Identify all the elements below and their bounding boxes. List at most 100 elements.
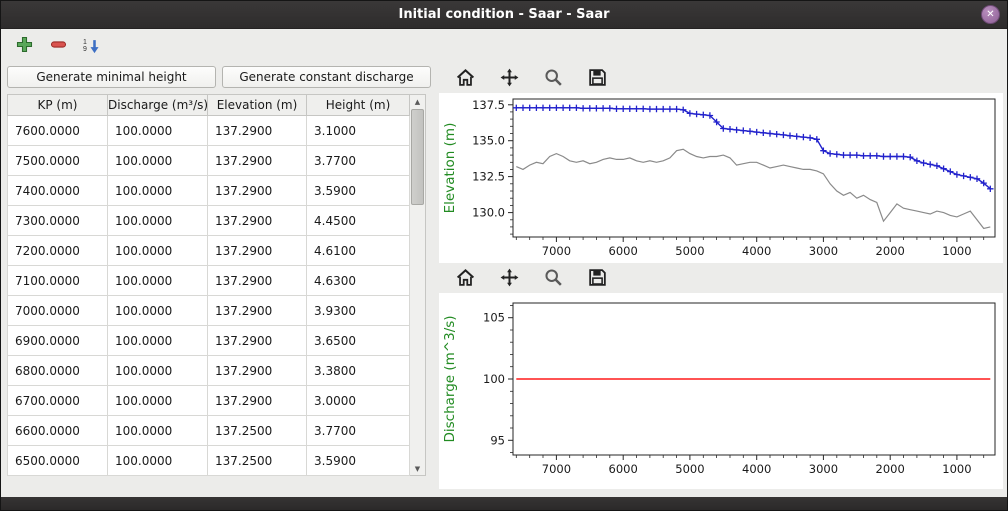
table-cell[interactable]: 100.0000 bbox=[108, 236, 208, 266]
table-cell[interactable]: 137.2900 bbox=[208, 146, 307, 176]
table-cell[interactable]: 7200.0000 bbox=[8, 236, 108, 266]
table-cell[interactable]: 4.4500 bbox=[307, 206, 410, 236]
zoom-button[interactable] bbox=[541, 267, 565, 291]
plus-icon bbox=[16, 36, 33, 56]
scroll-down-icon[interactable]: ▼ bbox=[410, 462, 425, 475]
table-cell[interactable]: 3.1000 bbox=[307, 116, 410, 146]
sort-ascending-icon: 1 9 bbox=[83, 38, 101, 55]
table-cell[interactable]: 3.0000 bbox=[307, 386, 410, 416]
table-cell[interactable]: 137.2900 bbox=[208, 176, 307, 206]
table-cell[interactable]: 7600.0000 bbox=[8, 116, 108, 146]
discharge-plot-toolbar bbox=[439, 265, 1005, 293]
zoom-button[interactable] bbox=[541, 67, 565, 91]
save-button[interactable] bbox=[585, 67, 609, 91]
table-cell[interactable]: 4.6100 bbox=[307, 236, 410, 266]
table-row[interactable]: 6500.0000100.0000137.25003.5900 bbox=[8, 446, 410, 476]
table-cell[interactable]: 6700.0000 bbox=[8, 386, 108, 416]
column-header[interactable]: KP (m) bbox=[8, 95, 108, 116]
table-cell[interactable]: 3.6500 bbox=[307, 326, 410, 356]
table-row[interactable]: 6600.0000100.0000137.25003.7700 bbox=[8, 416, 410, 446]
table-row[interactable]: 7600.0000100.0000137.29003.1000 bbox=[8, 116, 410, 146]
main-toolbar: 1 9 bbox=[1, 29, 1007, 63]
table-cell[interactable]: 3.7700 bbox=[307, 416, 410, 446]
generator-buttons: Generate minimal height Generate constan… bbox=[7, 66, 431, 88]
sort-digit-bottom: 9 bbox=[83, 46, 87, 53]
table-cell[interactable]: 137.2900 bbox=[208, 236, 307, 266]
svg-text:Discharge (m^3/s): Discharge (m^3/s) bbox=[442, 315, 458, 442]
table-cell[interactable]: 3.3800 bbox=[307, 356, 410, 386]
zoom-icon bbox=[543, 67, 564, 91]
table-cell[interactable]: 137.2500 bbox=[208, 446, 307, 476]
table-cell[interactable]: 100.0000 bbox=[108, 266, 208, 296]
table-cell[interactable]: 3.5900 bbox=[307, 446, 410, 476]
save-button[interactable] bbox=[585, 267, 609, 291]
table-cell[interactable]: 7100.0000 bbox=[8, 266, 108, 296]
table-cell[interactable]: 7000.0000 bbox=[8, 296, 108, 326]
generate-minimal-height-button[interactable]: Generate minimal height bbox=[7, 66, 216, 88]
table-cell[interactable]: 100.0000 bbox=[108, 116, 208, 146]
table-cell[interactable]: 6600.0000 bbox=[8, 416, 108, 446]
scroll-up-icon[interactable]: ▲ bbox=[410, 95, 425, 108]
table-row[interactable]: 6700.0000100.0000137.29003.0000 bbox=[8, 386, 410, 416]
table-cell[interactable]: 100.0000 bbox=[108, 326, 208, 356]
table-cell[interactable]: 6800.0000 bbox=[8, 356, 108, 386]
pan-button[interactable] bbox=[497, 267, 521, 291]
table-cell[interactable]: 6900.0000 bbox=[8, 326, 108, 356]
discharge-plot[interactable]: 700060005000400030002000100095100105Disc… bbox=[439, 293, 1003, 489]
table-row[interactable]: 7300.0000100.0000137.29004.4500 bbox=[8, 206, 410, 236]
table-row[interactable]: 7400.0000100.0000137.29003.5900 bbox=[8, 176, 410, 206]
elevation-plot[interactable]: 7000600050004000300020001000130.0132.513… bbox=[439, 93, 1003, 263]
close-icon: ✕ bbox=[986, 9, 994, 20]
add-row-button[interactable] bbox=[11, 33, 37, 59]
table-cell[interactable]: 3.9300 bbox=[307, 296, 410, 326]
scrollbar-thumb[interactable] bbox=[411, 109, 424, 205]
table-cell[interactable]: 7500.0000 bbox=[8, 146, 108, 176]
table-cell[interactable]: 100.0000 bbox=[108, 386, 208, 416]
table-cell[interactable]: 6500.0000 bbox=[8, 446, 108, 476]
home-button[interactable] bbox=[453, 67, 477, 91]
column-header[interactable]: Height (m) bbox=[307, 95, 410, 116]
table-cell[interactable]: 4.6300 bbox=[307, 266, 410, 296]
generate-constant-discharge-button[interactable]: Generate constant discharge bbox=[222, 66, 431, 88]
table-cell[interactable]: 100.0000 bbox=[108, 176, 208, 206]
table-cell[interactable]: 137.2500 bbox=[208, 416, 307, 446]
window-titlebar[interactable]: Initial condition - Saar - Saar ✕ bbox=[1, 1, 1007, 29]
table-cell[interactable]: 137.2900 bbox=[208, 356, 307, 386]
table-cell[interactable]: 3.7700 bbox=[307, 146, 410, 176]
table-cell[interactable]: 137.2900 bbox=[208, 386, 307, 416]
table-row[interactable]: 7000.0000100.0000137.29003.9300 bbox=[8, 296, 410, 326]
table-cell[interactable]: 137.2900 bbox=[208, 206, 307, 236]
pan-button[interactable] bbox=[497, 67, 521, 91]
app-window: Initial condition - Saar - Saar ✕ 1 9 Ge… bbox=[0, 0, 1008, 511]
table-row[interactable]: 6900.0000100.0000137.29003.6500 bbox=[8, 326, 410, 356]
table-row[interactable]: 7500.0000100.0000137.29003.7700 bbox=[8, 146, 410, 176]
table-cell[interactable]: 100.0000 bbox=[108, 446, 208, 476]
close-button[interactable]: ✕ bbox=[981, 5, 1000, 24]
svg-text:6000: 6000 bbox=[609, 244, 638, 258]
table-row[interactable]: 6800.0000100.0000137.29003.3800 bbox=[8, 356, 410, 386]
minus-icon bbox=[50, 36, 67, 56]
table-cell[interactable]: 137.2900 bbox=[208, 116, 307, 146]
sort-button[interactable]: 1 9 bbox=[79, 33, 105, 59]
column-header[interactable]: Discharge (m³/s) bbox=[108, 95, 208, 116]
table-row[interactable]: 7200.0000100.0000137.29004.6100 bbox=[8, 236, 410, 266]
column-header[interactable]: Elevation (m) bbox=[208, 95, 307, 116]
table-cell[interactable]: 100.0000 bbox=[108, 146, 208, 176]
home-button[interactable] bbox=[453, 267, 477, 291]
table-cell[interactable]: 7300.0000 bbox=[8, 206, 108, 236]
table-cell[interactable]: 100.0000 bbox=[108, 206, 208, 236]
table-cell[interactable]: 137.2900 bbox=[208, 296, 307, 326]
remove-row-button[interactable] bbox=[45, 33, 71, 59]
table-cell[interactable]: 100.0000 bbox=[108, 356, 208, 386]
scrollbar-track[interactable] bbox=[410, 108, 425, 462]
table-row[interactable]: 7100.0000100.0000137.29004.6300 bbox=[8, 266, 410, 296]
elevation-plot-toolbar bbox=[439, 65, 1005, 93]
table-cell[interactable]: 137.2900 bbox=[208, 266, 307, 296]
table-cell[interactable]: 7400.0000 bbox=[8, 176, 108, 206]
table-cell[interactable]: 3.5900 bbox=[307, 176, 410, 206]
table-cell[interactable]: 100.0000 bbox=[108, 296, 208, 326]
table-cell[interactable]: 137.2900 bbox=[208, 326, 307, 356]
vertical-scrollbar[interactable]: ▲ ▼ bbox=[410, 94, 426, 476]
table-cell[interactable]: 100.0000 bbox=[108, 416, 208, 446]
plots-panel: 7000600050004000300020001000130.0132.513… bbox=[435, 63, 1007, 497]
